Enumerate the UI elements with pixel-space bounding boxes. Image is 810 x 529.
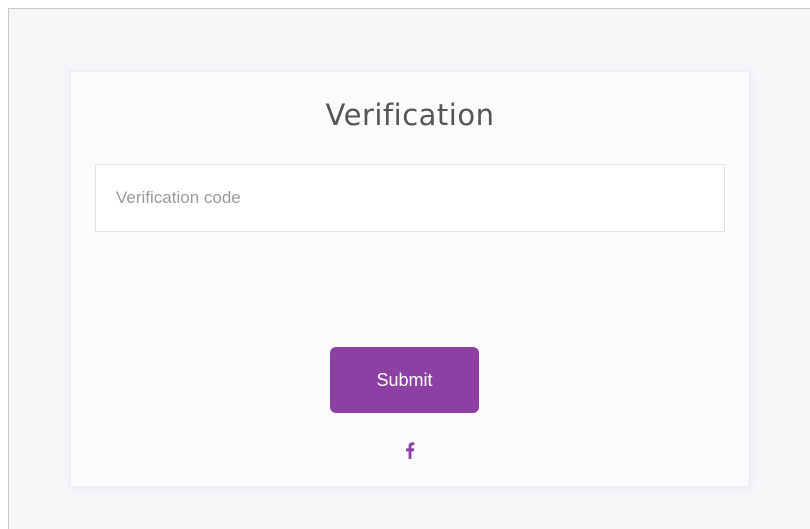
- page-frame: Verification Submit: [8, 8, 810, 529]
- submit-button[interactable]: Submit: [330, 347, 479, 413]
- verification-code-input[interactable]: [95, 164, 725, 232]
- facebook-link[interactable]: [400, 435, 420, 465]
- page-title: Verification: [325, 98, 495, 132]
- facebook-icon: [405, 441, 415, 459]
- verification-card: Verification Submit: [70, 71, 750, 487]
